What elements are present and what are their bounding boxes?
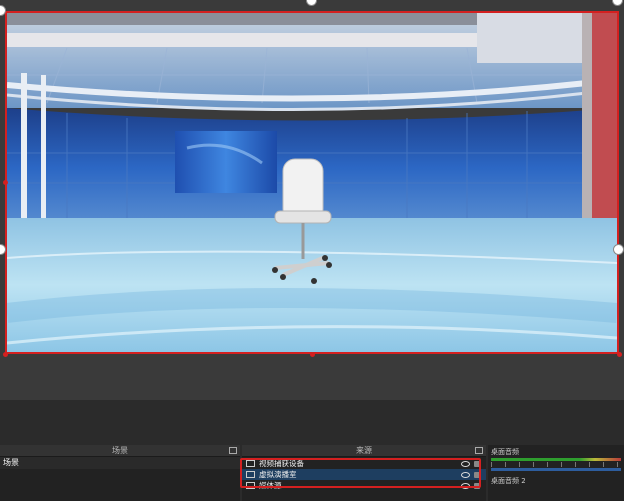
scenes-dock: 场景 场景 (0, 445, 240, 501)
undock-icon[interactable] (229, 447, 237, 454)
image-icon (246, 471, 255, 478)
sources-dock-header: 来源 (242, 445, 486, 457)
scenes-dock-title: 场景 (112, 446, 128, 455)
mixer-channel-desktop-audio: 桌面音频 (488, 445, 624, 474)
source-item-media[interactable]: 媒体源 (242, 480, 486, 491)
scenes-dock-header: 场景 (0, 445, 240, 457)
scene-list-item[interactable]: 场景 (0, 457, 240, 469)
resize-handle-middle-right[interactable] (613, 244, 624, 255)
camera-icon (246, 460, 255, 467)
resize-handle-bottom-middle[interactable] (310, 352, 315, 357)
media-icon (246, 482, 255, 489)
bottom-docks: 场景 场景 来源 视频捕获设备 虚拟演播室 媒体源 桌面音频 桌面音频 2 (0, 445, 624, 501)
volume-meter (491, 458, 621, 461)
source-item-label: 媒体源 (259, 481, 282, 490)
visibility-eye-icon[interactable] (461, 482, 470, 489)
preview-area[interactable] (0, 0, 624, 400)
undock-icon[interactable] (475, 447, 483, 454)
source-item-video-capture[interactable]: 视频捕获设备 (242, 458, 486, 469)
resize-handle-bottom-right[interactable] (617, 352, 622, 357)
virtual-studio-canvas[interactable] (5, 11, 619, 354)
sources-dock-title: 来源 (356, 446, 372, 455)
lock-icon[interactable] (474, 482, 480, 489)
source-item-label: 虚拟演播室 (259, 470, 297, 479)
resize-handle-top-middle[interactable] (306, 0, 317, 6)
lock-icon[interactable] (474, 471, 480, 478)
mixer-channel-desktop-audio-2: 桌面音频 2 (488, 474, 624, 488)
virtual-studio-image (7, 13, 617, 352)
visibility-eye-icon[interactable] (461, 471, 470, 478)
meter-ticks (491, 462, 621, 467)
resize-handle-top-right[interactable] (612, 0, 623, 6)
source-list: 视频捕获设备 虚拟演播室 媒体源 (242, 457, 486, 492)
resize-handle-left-mid-small[interactable] (3, 180, 8, 185)
source-item-virtual-studio[interactable]: 虚拟演播室 (242, 469, 486, 480)
mixer-channel-label: 桌面音频 (491, 448, 519, 456)
volume-slider[interactable] (491, 468, 621, 471)
source-item-label: 视频捕获设备 (259, 459, 304, 468)
visibility-eye-icon[interactable] (461, 460, 470, 467)
resize-handle-bottom-left[interactable] (3, 352, 8, 357)
sources-dock: 来源 视频捕获设备 虚拟演播室 媒体源 (242, 445, 486, 501)
audio-mixer-dock: 桌面音频 桌面音频 2 (488, 445, 624, 501)
scene-item-label: 场景 (3, 458, 19, 467)
mixer-channel-label: 桌面音频 2 (491, 477, 526, 485)
lock-icon[interactable] (474, 460, 480, 467)
